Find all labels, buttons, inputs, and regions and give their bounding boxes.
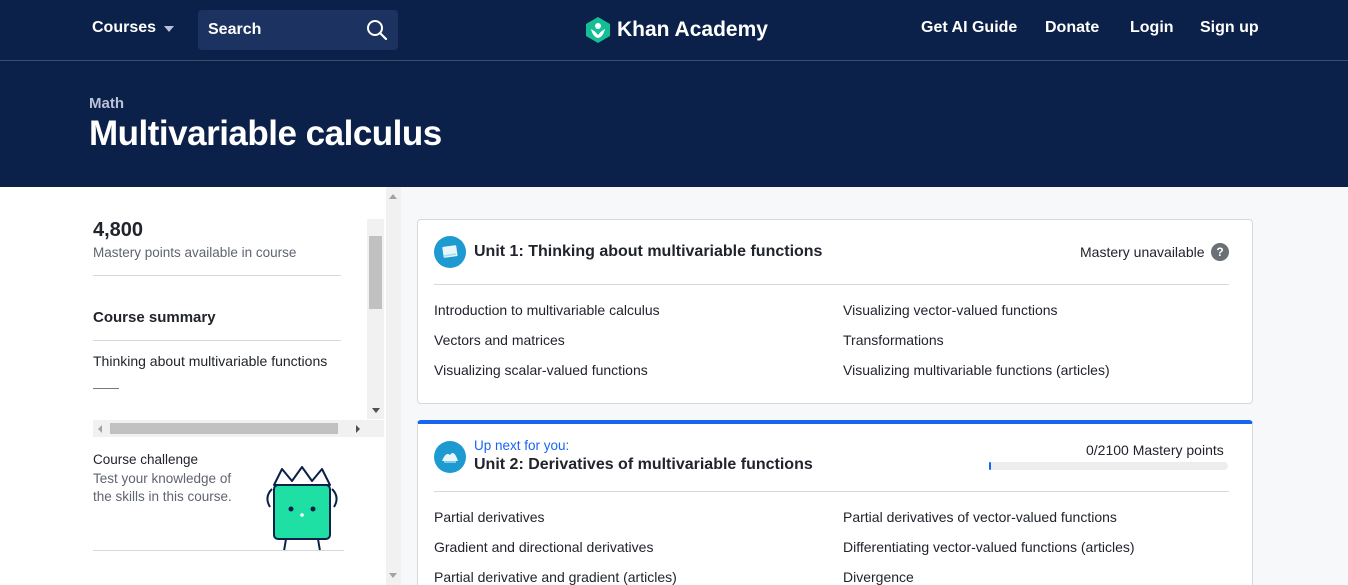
page-scrollbar[interactable] (386, 187, 401, 585)
unit-illustration-icon (442, 453, 458, 463)
unit-1-title[interactable]: Unit 1: Thinking about multivariable fun… (474, 243, 822, 261)
divider (93, 550, 344, 551)
sidebar-scrollbar[interactable] (367, 219, 384, 419)
page-title: Multivariable calculus (89, 114, 442, 153)
course-header: Math Multivariable calculus (0, 61, 1348, 187)
khan-academy-logo[interactable]: Khan Academy (585, 16, 768, 44)
khan-leaf-icon (586, 17, 610, 43)
logo-text: Khan Academy (617, 18, 768, 41)
help-icon[interactable]: ? (1211, 243, 1229, 261)
lesson-link[interactable]: Gradient and directional derivatives (434, 539, 653, 555)
lesson-link[interactable]: Visualizing vector-valued functions (843, 302, 1058, 318)
signup-link[interactable]: Sign up (1200, 19, 1259, 37)
up-next-label: Up next for you: (474, 438, 570, 453)
scroll-up-arrow-icon[interactable] (389, 194, 397, 199)
mascot-character-icon (266, 466, 338, 552)
lesson-link[interactable]: Visualizing multivariable functions (art… (843, 362, 1110, 378)
summary-item[interactable]: Thinking about multivariable functions (93, 353, 327, 369)
unit-card-2: Up next for you: Unit 2: Derivatives of … (417, 420, 1253, 585)
lesson-link[interactable]: Partial derivative and gradient (article… (434, 569, 677, 585)
scroll-down-arrow-icon[interactable] (372, 408, 380, 413)
courses-menu-button[interactable]: Courses (92, 19, 175, 37)
search-icon[interactable] (366, 19, 388, 41)
search-placeholder: Search (208, 21, 262, 38)
lesson-link[interactable]: Transformations (843, 332, 944, 348)
sidebar-horizontal-scrollbar[interactable] (93, 420, 384, 437)
lesson-link[interactable]: Divergence (843, 569, 914, 585)
scroll-down-arrow-icon[interactable] (389, 573, 397, 578)
divider (434, 491, 1229, 492)
chevron-down-icon (164, 26, 175, 32)
mastery-progress-fill (989, 462, 991, 470)
unit-2-title[interactable]: Unit 2: Derivatives of multivariable fun… (474, 456, 813, 474)
mastery-points-total: 4,800 (93, 219, 144, 241)
lesson-link[interactable]: Vectors and matrices (434, 332, 565, 348)
course-challenge-title[interactable]: Course challenge (93, 452, 198, 467)
lesson-link[interactable]: Introduction to multivariable calculus (434, 302, 660, 318)
unit-mastery-points: 0/2100 Mastery points (1086, 442, 1224, 458)
top-nav: Courses Search Khan Academy Get AI Guide… (0, 0, 1348, 61)
courses-label: Courses (92, 19, 157, 36)
mastery-status: Mastery unavailable (1080, 244, 1205, 260)
divider (93, 275, 341, 276)
lesson-link[interactable]: Visualizing scalar-valued functions (434, 362, 648, 378)
login-link[interactable]: Login (1130, 19, 1174, 37)
lesson-link[interactable]: Partial derivatives of vector-valued fun… (843, 509, 1117, 525)
unit-2-icon (434, 441, 466, 473)
donate-link[interactable]: Donate (1045, 19, 1099, 37)
breadcrumb[interactable]: Math (89, 95, 124, 112)
lesson-link[interactable]: Partial derivatives (434, 509, 545, 525)
lesson-link[interactable]: Differentiating vector-valued functions … (843, 539, 1135, 555)
divider (93, 340, 341, 341)
summary-dash: —— (93, 380, 119, 395)
divider (434, 284, 1229, 285)
unit-illustration-icon (442, 245, 458, 258)
scroll-right-arrow-icon[interactable] (356, 425, 360, 433)
horizontal-scroll-thumb[interactable] (110, 423, 338, 434)
mastery-points-label: Mastery points available in course (93, 245, 297, 260)
scroll-left-arrow-icon[interactable] (98, 425, 102, 433)
unit-1-icon (434, 236, 466, 268)
mastery-progress-bar (989, 462, 1228, 470)
unit-card-1: Unit 1: Thinking about multivariable fun… (417, 219, 1253, 404)
course-challenge-description: Test your knowledge of the skills in thi… (93, 471, 232, 504)
search-input[interactable]: Search (198, 10, 398, 50)
sidebar-scroll-thumb[interactable] (369, 236, 382, 309)
course-summary-title: Course summary (93, 309, 216, 326)
get-ai-guide-link[interactable]: Get AI Guide (921, 19, 1017, 37)
